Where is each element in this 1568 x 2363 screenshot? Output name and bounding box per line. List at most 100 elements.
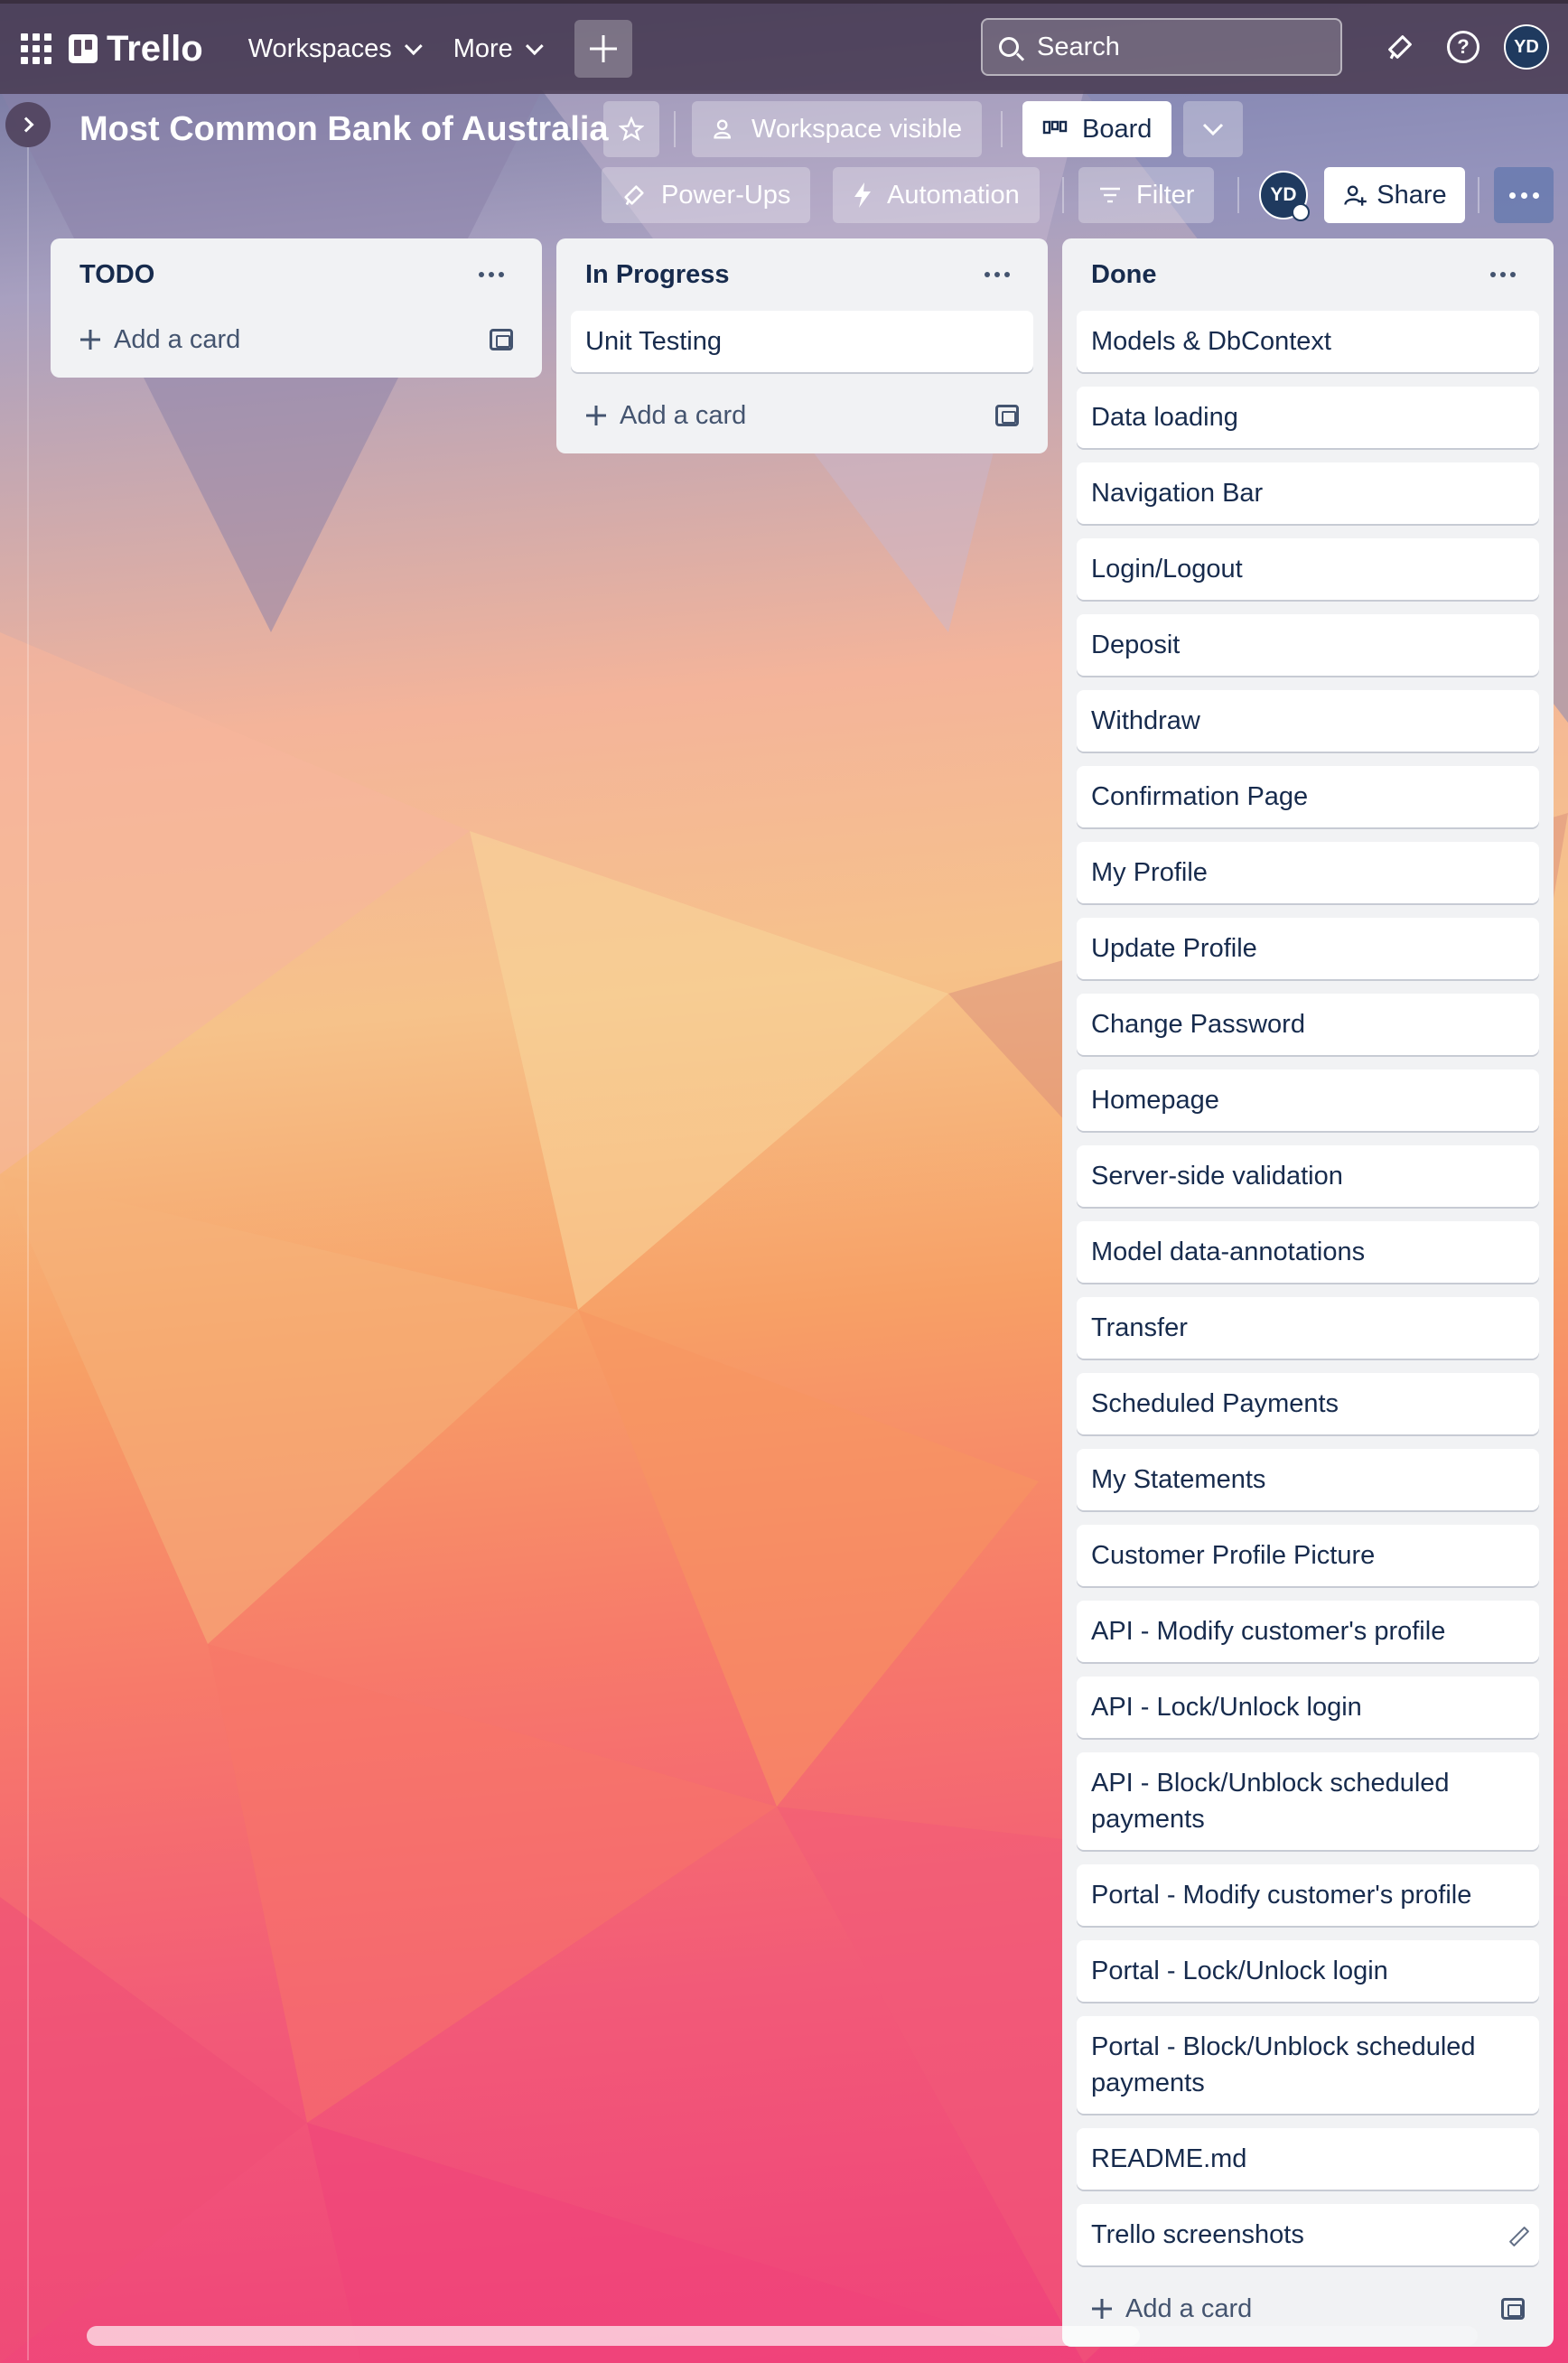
card[interactable]: Customer Profile Picture — [1077, 1525, 1539, 1586]
card[interactable]: My Statements — [1077, 1449, 1539, 1510]
card[interactable]: API - Block/Unblock scheduled payments — [1077, 1752, 1539, 1850]
workspaces-menu[interactable]: Workspaces — [230, 20, 435, 78]
card-title: README.md — [1091, 2144, 1247, 2173]
card-title: Navigation Bar — [1091, 479, 1264, 508]
card-title: API - Block/Unblock scheduled payments — [1091, 1769, 1450, 1834]
top-nav: Trello Workspaces More Search ? YD — [0, 0, 1568, 94]
share-button[interactable]: Share — [1324, 167, 1465, 223]
horizontal-scrollbar[interactable] — [87, 2326, 1478, 2346]
card[interactable]: Withdraw — [1077, 690, 1539, 752]
divider — [1001, 111, 1003, 147]
list-actions-icon[interactable] — [1481, 263, 1525, 286]
board-menu-button[interactable] — [1494, 167, 1554, 223]
share-label: Share — [1377, 180, 1447, 210]
card-title: Portal - Block/Unblock scheduled payment… — [1091, 2032, 1476, 2097]
help-button[interactable]: ? — [1438, 22, 1489, 72]
automation-button[interactable]: Automation — [833, 167, 1040, 223]
star-icon — [619, 117, 644, 142]
list-actions-icon[interactable] — [470, 263, 513, 286]
card[interactable]: Server-side validation — [1077, 1145, 1539, 1207]
card[interactable]: Transfer — [1077, 1297, 1539, 1359]
card-title: My Profile — [1091, 858, 1208, 887]
filter-icon — [1098, 186, 1122, 204]
card-title: API - Modify customer's profile — [1091, 1617, 1446, 1646]
filter-button[interactable]: Filter — [1078, 167, 1215, 223]
more-label: More — [453, 33, 513, 63]
notifications-button[interactable] — [1375, 22, 1425, 72]
add-card-button[interactable]: Add a card — [571, 387, 1033, 444]
search-icon — [999, 37, 1019, 57]
edit-pencil-icon[interactable] — [1508, 2226, 1530, 2247]
card[interactable]: Change Password — [1077, 994, 1539, 1055]
search-input[interactable]: Search — [981, 18, 1342, 76]
list-title[interactable]: Done — [1091, 260, 1157, 290]
card-title: Scheduled Payments — [1091, 1389, 1339, 1418]
board-view-button[interactable]: Board — [1022, 101, 1172, 157]
card[interactable]: API - Modify customer's profile — [1077, 1601, 1539, 1662]
scrollbar-thumb[interactable] — [87, 2326, 1140, 2346]
account-button[interactable]: YD — [1501, 22, 1552, 72]
list-done: Done Models & DbContext Data loading Navig… — [1062, 238, 1554, 2347]
automation-label: Automation — [887, 180, 1020, 210]
template-icon[interactable] — [995, 405, 1019, 426]
card[interactable]: My Profile — [1077, 842, 1539, 903]
card-title: Change Password — [1091, 1010, 1305, 1039]
more-menu[interactable]: More — [435, 20, 556, 78]
star-button[interactable] — [603, 101, 659, 157]
plus-icon — [79, 329, 101, 350]
card[interactable]: Update Profile — [1077, 918, 1539, 979]
add-card-label: Add a card — [1125, 2293, 1253, 2323]
card[interactable]: Model data-annotations — [1077, 1221, 1539, 1283]
app-switcher-icon[interactable] — [16, 29, 56, 69]
board-view-label: Board — [1082, 114, 1153, 144]
card[interactable]: Scheduled Payments — [1077, 1373, 1539, 1434]
trello-logo-icon — [69, 34, 98, 63]
card-title: My Statements — [1091, 1465, 1266, 1494]
chevron-right-icon — [18, 117, 33, 133]
card[interactable]: Navigation Bar — [1077, 462, 1539, 524]
divider — [1062, 177, 1064, 213]
add-card-button[interactable]: Add a card — [65, 311, 527, 369]
sidebar-expand-button[interactable] — [5, 102, 51, 147]
plus-icon — [585, 405, 607, 426]
board-view-icon — [1042, 119, 1068, 139]
visibility-button[interactable]: Workspace visible — [692, 101, 983, 157]
list-title[interactable]: In Progress — [585, 260, 730, 290]
view-switcher-button[interactable] — [1183, 101, 1243, 157]
card-title: Portal - Modify customer's profile — [1091, 1881, 1472, 1910]
template-icon[interactable] — [1501, 2298, 1525, 2320]
powerups-button[interactable]: Power-Ups — [602, 167, 811, 223]
trello-logo[interactable]: Trello — [69, 29, 203, 70]
card[interactable]: README.md — [1077, 2128, 1539, 2190]
card[interactable]: Portal - Lock/Unlock login — [1077, 1940, 1539, 2002]
card-title: Trello screenshots — [1091, 2220, 1304, 2249]
card[interactable]: Portal - Block/Unblock scheduled payment… — [1077, 2016, 1539, 2114]
card[interactable]: Deposit — [1077, 614, 1539, 676]
card[interactable]: Confirmation Page — [1077, 766, 1539, 827]
card-title: Server-side validation — [1091, 1162, 1343, 1191]
board-title[interactable]: Most Common Bank of Australia — [79, 101, 609, 157]
card[interactable]: Data loading — [1077, 387, 1539, 448]
divider — [674, 111, 676, 147]
card-title: Model data-annotations — [1091, 1238, 1366, 1266]
create-button[interactable] — [574, 20, 632, 78]
card[interactable]: Trello screenshots — [1077, 2204, 1539, 2265]
template-icon[interactable] — [490, 329, 513, 350]
card[interactable]: Models & DbContext — [1077, 311, 1539, 372]
list-actions-icon[interactable] — [975, 263, 1019, 286]
card[interactable]: Portal - Modify customer's profile — [1077, 1864, 1539, 1926]
card-title: Portal - Lock/Unlock login — [1091, 1957, 1388, 1985]
card[interactable]: Login/Logout — [1077, 538, 1539, 600]
list-title[interactable]: TODO — [79, 260, 154, 290]
card-title: Transfer — [1091, 1313, 1188, 1342]
add-person-icon — [1344, 185, 1367, 206]
board-member-avatar[interactable]: YD — [1259, 171, 1310, 221]
card-title: Deposit — [1091, 630, 1181, 659]
card[interactable]: Homepage — [1077, 1069, 1539, 1131]
card[interactable]: Unit Testing — [571, 311, 1033, 372]
card-title: API - Lock/Unlock login — [1091, 1693, 1362, 1722]
divider — [1237, 177, 1239, 213]
sidebar-divider — [27, 147, 29, 2360]
admin-badge-icon — [1292, 203, 1310, 221]
card[interactable]: API - Lock/Unlock login — [1077, 1677, 1539, 1738]
